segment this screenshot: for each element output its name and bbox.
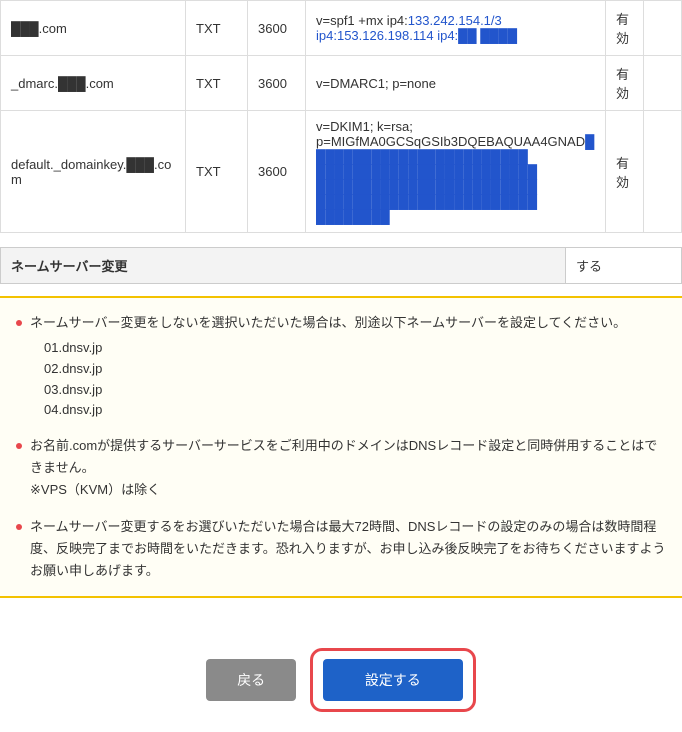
cell-ttl: 3600: [248, 1, 306, 56]
notice-item: ネームサーバー変更するをお選びいただいた場合は最大72時間、DNSレコードの設定…: [16, 516, 666, 582]
cell-host: default._domainkey.███.com: [1, 111, 186, 233]
cell-value: v=DMARC1; p=none: [306, 56, 606, 111]
cell-type: TXT: [186, 1, 248, 56]
cell-value: v=spf1 +mx ip4:133.242.154.1/3 ip4:153.1…: [306, 1, 606, 56]
cell-ttl: 3600: [248, 56, 306, 111]
dns-records-table: ███.com TXT 3600 v=spf1 +mx ip4:133.242.…: [0, 0, 682, 233]
nameserver-change-label: ネームサーバー変更: [1, 248, 565, 283]
nameserver-entry: 04.dnsv.jp: [44, 400, 666, 421]
cell-type: TXT: [186, 56, 248, 111]
cell-type: TXT: [186, 111, 248, 233]
back-button[interactable]: 戻る: [206, 659, 296, 701]
cell-status: 有効: [606, 111, 644, 233]
cell-ttl: 3600: [248, 111, 306, 233]
cell-status: 有効: [606, 1, 644, 56]
cell-action: [644, 1, 682, 56]
submit-button[interactable]: 設定する: [323, 659, 463, 701]
cell-host: ███.com: [1, 1, 186, 56]
cell-action: [644, 56, 682, 111]
nameserver-change-value: する: [565, 248, 681, 283]
notice-item: ネームサーバー変更をしないを選択いただいた場合は、別途以下ネームサーバーを設定し…: [16, 312, 666, 421]
table-row: ███.com TXT 3600 v=spf1 +mx ip4:133.242.…: [1, 1, 682, 56]
cell-host: _dmarc.███.com: [1, 56, 186, 111]
cell-value: v=DKIM1; k=rsa; p=MIGfMA0GCSqGSIb3DQEBAQ…: [306, 111, 606, 233]
nameserver-change-bar: ネームサーバー変更 する: [0, 247, 682, 284]
submit-highlight: 設定する: [310, 648, 476, 712]
button-row: 戻る 設定する: [0, 648, 682, 732]
cell-status: 有効: [606, 56, 644, 111]
nameserver-entry: 02.dnsv.jp: [44, 359, 666, 380]
nameserver-entry: 01.dnsv.jp: [44, 338, 666, 359]
nameserver-list: 01.dnsv.jp 02.dnsv.jp 03.dnsv.jp 04.dnsv…: [44, 338, 666, 421]
cell-action: [644, 111, 682, 233]
notice-item: お名前.comが提供するサーバーサービスをご利用中のドメインはDNSレコード設定…: [16, 435, 666, 501]
table-row: _dmarc.███.com TXT 3600 v=DMARC1; p=none…: [1, 56, 682, 111]
notice-box: ネームサーバー変更をしないを選択いただいた場合は、別途以下ネームサーバーを設定し…: [0, 296, 682, 598]
nameserver-entry: 03.dnsv.jp: [44, 380, 666, 401]
table-row: default._domainkey.███.com TXT 3600 v=DK…: [1, 111, 682, 233]
